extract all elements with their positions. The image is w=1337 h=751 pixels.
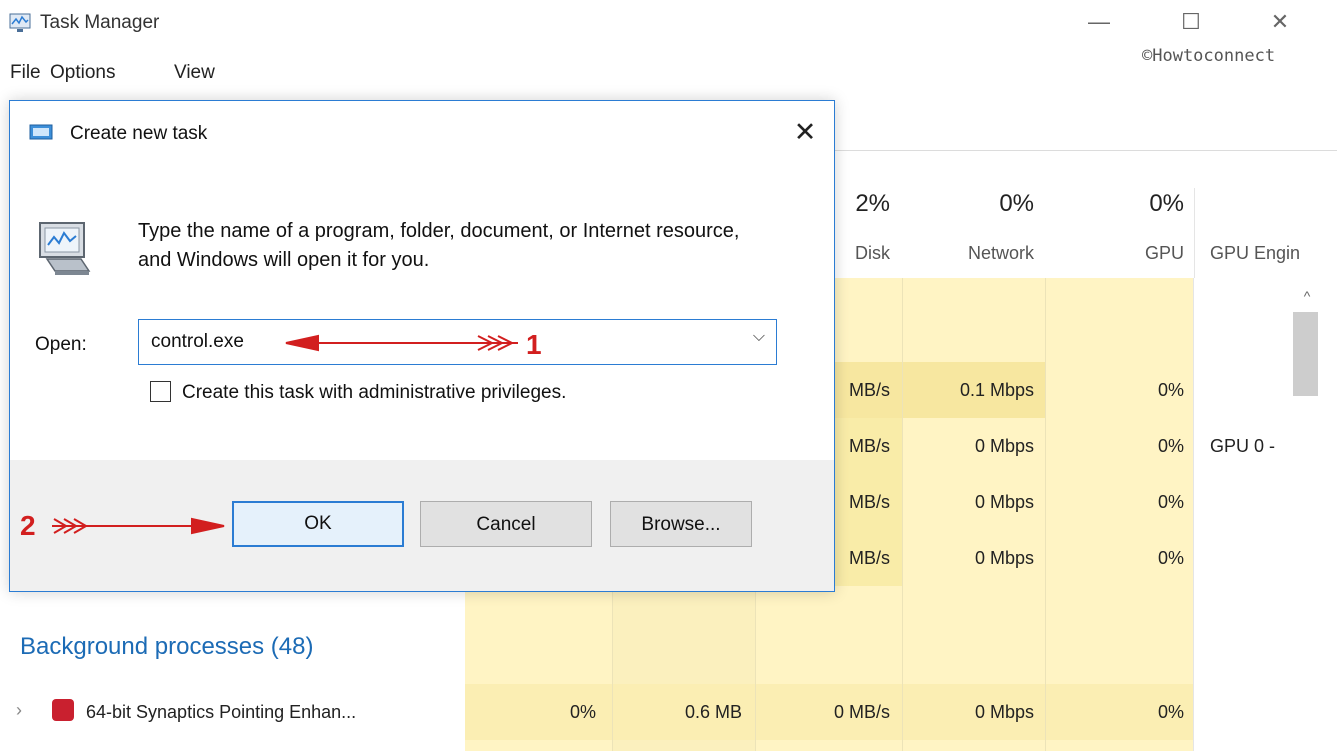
row-gpu: 0%	[1157, 380, 1184, 400]
scroll-up-icon[interactable]: ^	[1296, 288, 1318, 308]
browse-button[interactable]: Browse...	[610, 501, 752, 547]
ok-button[interactable]: OK	[232, 501, 404, 547]
row-network: 0 Mbps	[974, 436, 1034, 456]
watermark: ©Howtoconnect	[1142, 46, 1276, 66]
row-gpu: 0%	[1157, 548, 1184, 568]
process-name[interactable]: 64-bit Synaptics Pointing Enhan...	[86, 702, 356, 723]
open-label: Open:	[35, 334, 87, 355]
network-percent: 0%	[999, 190, 1034, 217]
minimize-button[interactable]: —	[1076, 6, 1122, 38]
annotation-step-2: 2	[20, 510, 36, 541]
row-gpu: 0%	[1157, 436, 1184, 456]
menu-view[interactable]: View	[174, 62, 215, 84]
admin-privileges-checkbox[interactable]	[150, 381, 171, 402]
expand-chevron-icon[interactable]: ›	[16, 700, 22, 721]
row-network: 0.1 Mbps	[959, 380, 1034, 400]
row-gpu: 0%	[1157, 492, 1184, 512]
dialog-close-icon[interactable]: ✕	[788, 115, 822, 149]
column-divider	[1045, 278, 1046, 751]
gpu-percent: 0%	[1149, 190, 1184, 217]
run-dialog-icon	[29, 124, 53, 140]
program-window-icon	[39, 222, 91, 275]
column-divider	[1193, 278, 1194, 751]
header-divider	[1194, 188, 1195, 278]
process-gpu: 0%	[1157, 702, 1184, 722]
process-disk: 0 MB/s	[833, 702, 890, 722]
process-cpu: 0%	[569, 702, 596, 722]
gpu-column-bg	[1046, 278, 1194, 751]
create-new-task-dialog: Create new task ✕ Type the name of a pro…	[9, 100, 835, 592]
tab-divider	[835, 150, 1337, 151]
task-manager-icon	[9, 13, 31, 32]
window-title: Task Manager	[40, 12, 160, 33]
column-header-gpu[interactable]: GPU	[1100, 243, 1184, 264]
annotation-step-1: 1	[526, 329, 542, 360]
chevron-down-icon[interactable]: ⌵	[748, 328, 770, 350]
scrollbar-thumb[interactable]	[1293, 312, 1318, 396]
network-column-bg	[903, 278, 1046, 751]
synaptics-app-icon	[52, 699, 74, 721]
admin-privileges-label[interactable]: Create this task with administrative pri…	[182, 382, 566, 404]
open-combobox[interactable]: control.exe ⌵	[138, 319, 777, 365]
menu-file[interactable]: File	[10, 62, 41, 84]
background-processes-heading: Background processes (48)	[20, 633, 314, 660]
dialog-title: Create new task	[70, 123, 208, 144]
process-memory: 0.6 MB	[684, 702, 742, 722]
column-divider	[902, 278, 903, 751]
column-header-gpu-engine[interactable]: GPU Engin	[1210, 243, 1337, 264]
maximize-button[interactable]: ☐	[1168, 6, 1214, 38]
row-network: 0 Mbps	[974, 492, 1034, 512]
cancel-button[interactable]: Cancel	[420, 501, 592, 547]
close-window-button[interactable]: ✕	[1257, 6, 1303, 38]
menu-options[interactable]: Options	[50, 62, 115, 84]
process-network: 0 Mbps	[974, 702, 1034, 722]
row-gpu-engine: GPU 0 -	[1210, 436, 1276, 456]
dialog-description: Type the name of a program, folder, docu…	[138, 220, 740, 271]
column-header-network[interactable]: Network	[910, 243, 1034, 264]
row-network: 0 Mbps	[974, 548, 1034, 568]
open-input-value[interactable]: control.exe	[151, 331, 244, 353]
